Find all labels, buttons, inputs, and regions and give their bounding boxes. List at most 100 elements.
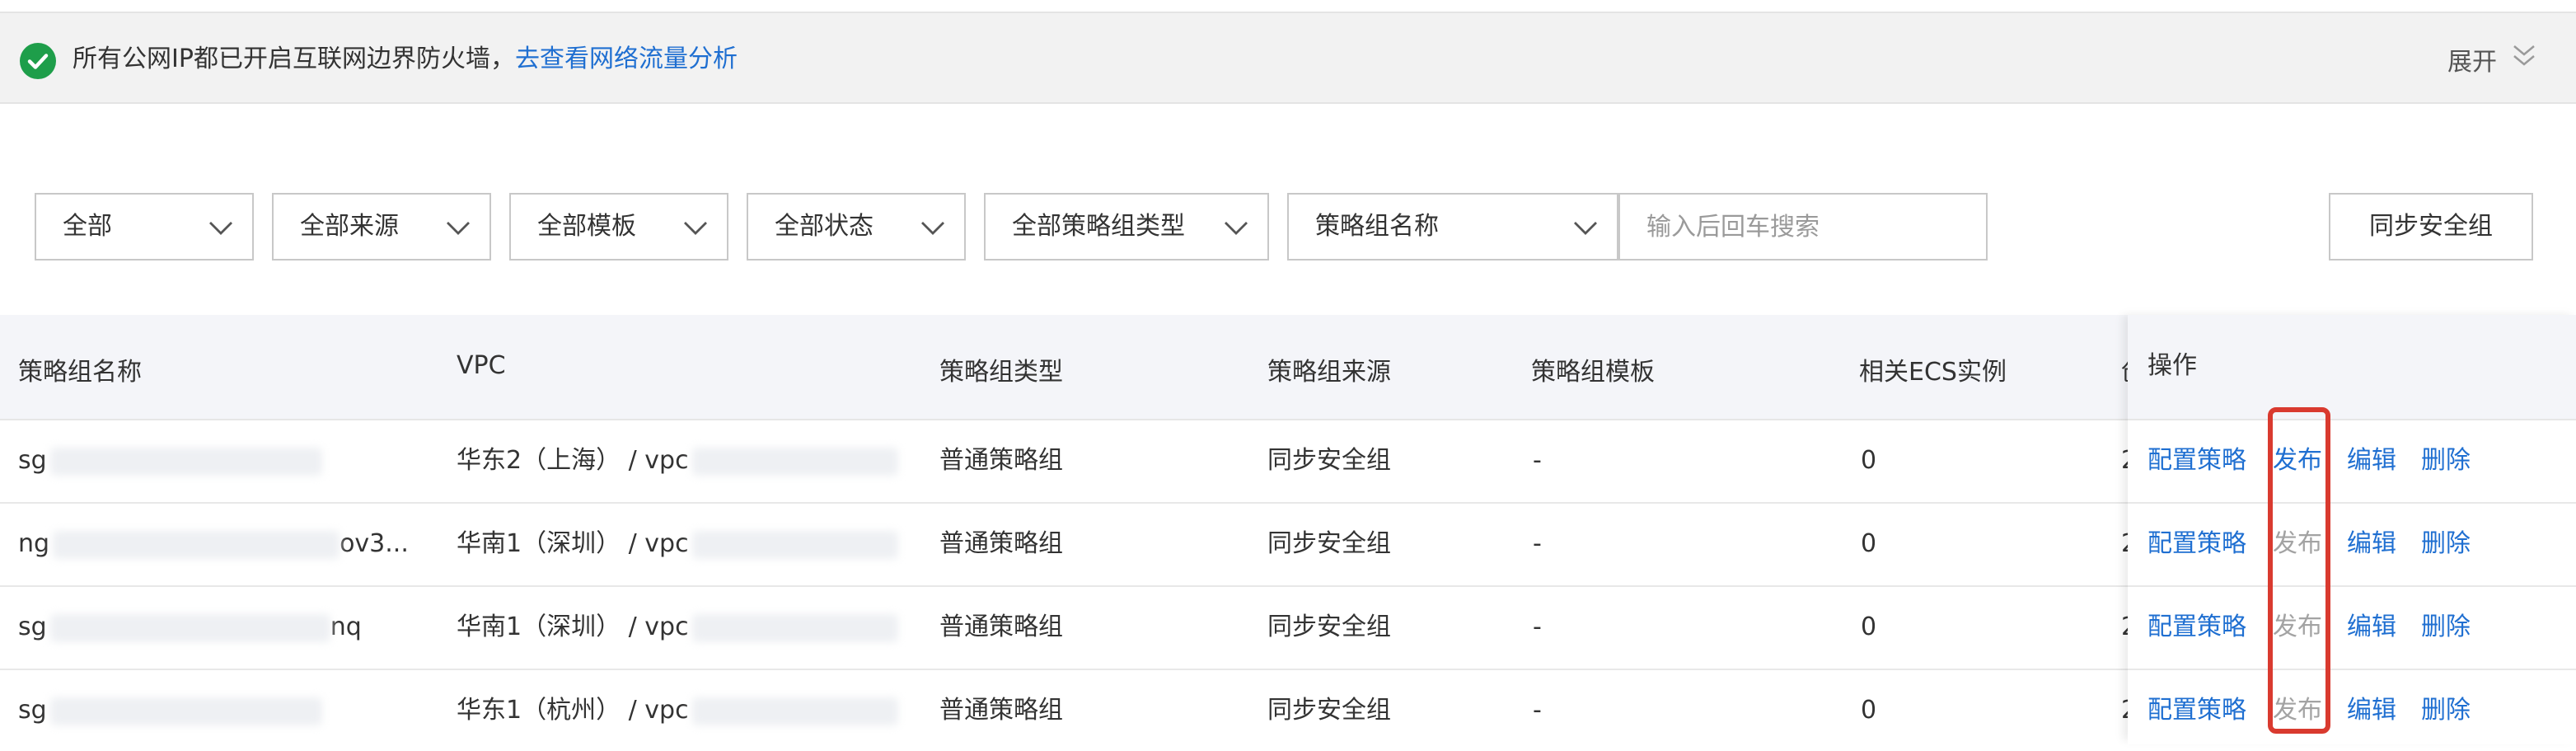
policy-group-template: - [1533, 613, 1542, 641]
firewall-notice-bar: 所有公网IP都已开启互联网边界防火墙，去查看网络流量分析 展开 [0, 12, 2576, 104]
policy-group-source: 同步安全组 [1267, 613, 1391, 641]
chevron-down-icon [1223, 216, 1249, 242]
column-header-name: 策略组名称 [18, 358, 142, 387]
operations-row: 配置策略 发布 编辑 删除 [2128, 670, 2576, 744]
delete-link[interactable]: 删除 [2421, 504, 2471, 584]
vpc-region: 华南1（深圳） [457, 613, 621, 641]
filter-template-select[interactable]: 全部模板 [509, 193, 728, 261]
policy-group-name-suffix: ov3... [340, 529, 409, 558]
filter-source-label: 全部来源 [300, 212, 399, 241]
delete-link[interactable]: 删除 [2421, 420, 2471, 501]
filter-source-select[interactable]: 全部来源 [272, 193, 491, 261]
edit-link[interactable]: 编辑 [2347, 504, 2396, 584]
sync-security-group-button[interactable]: 同步安全组 [2329, 193, 2533, 261]
filter-all-select[interactable]: 全部 [35, 193, 254, 261]
notice-message: 所有公网IP都已开启互联网边界防火墙， [73, 45, 515, 73]
operations-row: 配置策略 发布 编辑 删除 [2128, 587, 2576, 670]
delete-link[interactable]: 删除 [2421, 587, 2471, 668]
column-header-ops: 操作 [2147, 351, 2197, 380]
filter-group-type-select[interactable]: 全部策略组类型 [984, 193, 1269, 261]
redacted-id [49, 697, 322, 725]
ecs-instance-count: 0 [1861, 446, 1877, 475]
policy-group-source: 同步安全组 [1267, 446, 1391, 475]
column-header-type: 策略组类型 [939, 358, 1063, 387]
search-input[interactable] [1618, 193, 1988, 261]
filter-group-type-label: 全部策略组类型 [1012, 212, 1185, 241]
operations-header: 操作 [2128, 315, 2576, 420]
redacted-vpc-id [691, 447, 898, 476]
policy-group-type: 普通策略组 [939, 446, 1063, 475]
column-header-vpc: VPC [457, 351, 506, 380]
ecs-instance-count: 0 [1861, 529, 1877, 558]
chevron-down-icon [920, 216, 946, 242]
vpc-id-prefix: / vpc [621, 696, 689, 725]
chevron-down-icon [445, 216, 471, 242]
expand-toggle[interactable]: 展开 [2447, 41, 2536, 77]
check-circle-icon [20, 43, 56, 79]
publish-link-disabled: 发布 [2273, 529, 2322, 558]
column-header-source: 策略组来源 [1267, 358, 1391, 387]
configure-policy-link[interactable]: 配置策略 [2147, 670, 2246, 751]
redacted-vpc-id [691, 530, 898, 559]
policy-group-source: 同步安全组 [1267, 696, 1391, 725]
redacted-vpc-id [691, 613, 898, 642]
traffic-analysis-link[interactable]: 去查看网络流量分析 [515, 45, 738, 73]
filter-template-label: 全部模板 [537, 212, 636, 241]
expand-label: 展开 [2447, 48, 2497, 77]
policy-group-name[interactable]: ng ov3... [18, 504, 409, 584]
delete-link[interactable]: 删除 [2421, 670, 2471, 751]
vpc-id-prefix: / vpc [621, 613, 689, 641]
operations-row: 配置策略 发布 编辑 删除 [2128, 504, 2576, 587]
policy-group-source: 同步安全组 [1267, 529, 1391, 558]
chevron-down-icon [208, 216, 234, 242]
vpc-cell: 华东2（上海） / vpc [457, 420, 898, 501]
vpc-cell: 华东1（杭州） / vpc [457, 670, 898, 751]
redacted-id [49, 447, 322, 476]
policy-group-name-prefix: ng [18, 529, 50, 558]
configure-policy-link[interactable]: 配置策略 [2147, 504, 2246, 584]
policy-group-name-suffix: nq [330, 613, 362, 641]
column-header-ecs: 相关ECS实例 [1859, 358, 2007, 387]
edit-link[interactable]: 编辑 [2347, 670, 2396, 751]
policy-group-template: - [1533, 696, 1542, 725]
vpc-region: 华东2（上海） [457, 446, 621, 475]
redacted-vpc-id [691, 697, 898, 725]
vpc-id-prefix: / vpc [621, 446, 689, 475]
publish-link-disabled: 发布 [2273, 696, 2322, 725]
redacted-id [53, 530, 340, 559]
vpc-region: 华东1（杭州） [457, 696, 621, 725]
vpc-id-prefix: / vpc [621, 529, 689, 558]
policy-group-type: 普通策略组 [939, 529, 1063, 558]
ecs-instance-count: 0 [1861, 613, 1877, 641]
chevron-down-icon [682, 216, 709, 242]
vpc-cell: 华南1（深圳） / vpc [457, 504, 898, 584]
policy-group-template: - [1533, 446, 1542, 475]
publish-link-disabled: 发布 [2273, 613, 2322, 641]
operations-row: 配置策略 发布 编辑 删除 [2128, 420, 2576, 504]
policy-group-name[interactable]: sg [18, 670, 322, 751]
policy-group-template: - [1533, 529, 1542, 558]
ecs-instance-count: 0 [1861, 696, 1877, 725]
search-field-label: 策略组名称 [1315, 212, 1439, 241]
filter-status-label: 全部状态 [775, 212, 873, 241]
notice-text: 所有公网IP都已开启互联网边界防火墙，去查看网络流量分析 [73, 41, 738, 77]
vpc-cell: 华南1（深圳） / vpc [457, 587, 898, 668]
policy-group-name[interactable]: sg [18, 420, 322, 501]
configure-policy-link[interactable]: 配置策略 [2147, 587, 2246, 668]
policy-group-type: 普通策略组 [939, 696, 1063, 725]
configure-policy-link[interactable]: 配置策略 [2147, 420, 2246, 501]
policy-group-type: 普通策略组 [939, 613, 1063, 641]
filter-status-select[interactable]: 全部状态 [747, 193, 966, 261]
edit-link[interactable]: 编辑 [2347, 420, 2396, 501]
chevron-down-icon [1572, 216, 1599, 242]
edit-link[interactable]: 编辑 [2347, 587, 2396, 668]
vpc-region: 华南1（深圳） [457, 529, 621, 558]
filter-all-label: 全部 [63, 212, 112, 241]
publish-link[interactable]: 发布 [2273, 420, 2322, 501]
column-header-template: 策略组模板 [1531, 358, 1655, 387]
policy-group-name-prefix: sg [18, 613, 47, 641]
double-chevron-down-icon [2512, 42, 2536, 77]
policy-group-name[interactable]: sg nq [18, 587, 362, 668]
policy-group-name-prefix: sg [18, 446, 47, 475]
search-field-select[interactable]: 策略组名称 [1287, 193, 1618, 261]
